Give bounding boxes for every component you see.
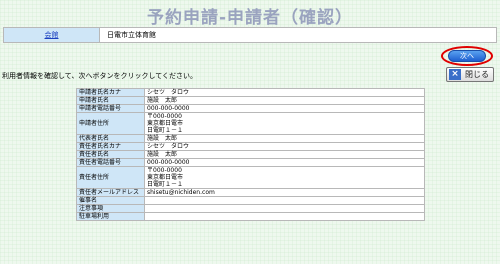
row-value: 〒000-0000 東京都日電市 日電町１－１: [144, 166, 425, 189]
row-value: [144, 196, 425, 205]
row-label: 申請者電話番号: [76, 104, 145, 113]
row-value: 〒000-0000 東京都日電市 日電町１－１: [144, 112, 425, 135]
venue-value: 日電市立体育館: [107, 31, 156, 39]
venue-header: 会館: [4, 28, 100, 42]
page-title: 予約申請-申請者（確認）: [146, 8, 354, 28]
row-value: シセツ タロウ: [144, 142, 425, 151]
instruction-text: 利用者情報を確認して、次へボタンをクリックしてください。: [2, 72, 198, 80]
next-button-highlight: 次へ: [441, 46, 493, 66]
row-label: 申請者氏名カナ: [76, 88, 145, 97]
row-value: 施設 太郎: [144, 134, 425, 143]
row-value: 施設 太郎: [144, 96, 425, 105]
row-label: 責任者住所: [76, 166, 145, 189]
table-row: 申請者住所 〒000-0000 東京都日電市 日電町１－１: [76, 112, 425, 135]
table-row: 責任者住所 〒000-0000 東京都日電市 日電町１－１: [76, 166, 425, 189]
row-label: 責任者電話番号: [76, 158, 145, 167]
row-value: [144, 212, 425, 221]
row-label: 申請者氏名: [76, 96, 145, 105]
venue-table: 会館 日電市立体育館: [3, 27, 497, 43]
row-value: [144, 204, 425, 213]
row-label: 責任者氏名: [76, 150, 145, 159]
row-label: 催事名: [76, 196, 145, 205]
table-row: 申請者電話番号 000-000-0000: [76, 104, 425, 113]
row-label: 代表者氏名: [76, 134, 145, 143]
table-row: 申請者氏名カナ シセツ タロウ: [76, 88, 425, 97]
row-label: 注意事項: [76, 204, 145, 213]
row-label: 駐車場利用: [76, 212, 145, 221]
row-value: shisetu@nichiden.com: [144, 188, 425, 197]
row-value: 施設 太郎: [144, 150, 425, 159]
applicant-info-table: 申請者氏名カナ シセツ タロウ 申請者氏名 施設 太郎 申請者電話番号 000-000-0…: [76, 88, 425, 221]
row-label: 責任者メールアドレス: [76, 188, 145, 197]
close-label: 閉じる: [465, 70, 489, 79]
table-row: 責任者電話番号 000-000-0000: [76, 158, 425, 167]
table-row: 注意事項: [76, 204, 425, 213]
row-value: 000-000-0000: [144, 104, 425, 113]
close-icon: ×: [449, 69, 461, 80]
row-label: 申請者住所: [76, 112, 145, 135]
table-row: 代表者氏名 施設 太郎: [76, 134, 425, 143]
row-value: 000-000-0000: [144, 158, 425, 167]
table-row: 催事名: [76, 196, 425, 205]
venue-link[interactable]: 会館: [45, 30, 59, 40]
row-value: シセツ タロウ: [144, 88, 425, 97]
table-row: 駐車場利用: [76, 212, 425, 221]
table-row: 責任者氏名 施設 太郎: [76, 150, 425, 159]
next-button[interactable]: 次へ: [448, 50, 486, 62]
row-label: 責任者氏名カナ: [76, 142, 145, 151]
table-row: 責任者氏名カナ シセツ タロウ: [76, 142, 425, 151]
table-row: 責任者メールアドレス shisetu@nichiden.com: [76, 188, 425, 197]
close-button[interactable]: × 閉じる: [446, 67, 494, 82]
table-row: 申請者氏名 施設 太郎: [76, 96, 425, 105]
